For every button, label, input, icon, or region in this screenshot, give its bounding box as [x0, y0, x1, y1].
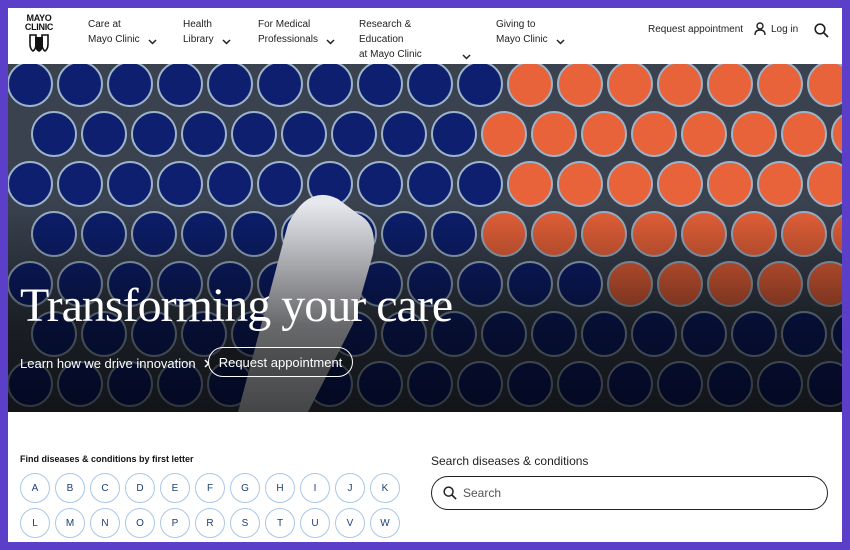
nav-label-line1: For Medical [258, 19, 311, 30]
nav-label-line2: Mayo Clinic [88, 34, 140, 45]
letter-button-m[interactable]: M [55, 508, 85, 538]
letter-button-l[interactable]: L [20, 508, 50, 538]
letter-button-e[interactable]: E [160, 473, 190, 503]
letter-button-v[interactable]: V [335, 508, 365, 538]
letter-button-w[interactable]: W [370, 508, 400, 538]
search-icon [814, 23, 829, 38]
nav-label-line2: Mayo Clinic [496, 34, 548, 45]
chevron-down-icon [326, 39, 335, 45]
letter-button-s[interactable]: S [230, 508, 260, 538]
hero-banner: Transforming your care Learn how we driv… [8, 64, 842, 412]
search-icon [443, 486, 457, 500]
login-link[interactable]: Log in [754, 22, 798, 36]
innovation-link[interactable]: Learn how we drive innovation [20, 356, 210, 371]
chevron-down-icon [148, 39, 157, 45]
nav-label-line1: Health [183, 19, 212, 30]
letter-button-p[interactable]: P [160, 508, 190, 538]
logo-text-line2: CLINIC [24, 22, 54, 32]
site-header: MAYO CLINIC Care at Mayo Clinic Health L… [8, 8, 842, 64]
user-icon [754, 22, 766, 36]
nav-label-line2: Professionals [258, 34, 319, 45]
mayo-clinic-logo[interactable]: MAYO CLINIC [24, 14, 54, 58]
nav-label-line1: Research & Education [359, 19, 412, 45]
letter-button-c[interactable]: C [90, 473, 120, 503]
chevron-down-icon [462, 54, 471, 60]
hero-title: Transforming your care [20, 279, 453, 332]
conditions-search-input[interactable] [463, 486, 803, 500]
letter-button-f[interactable]: F [195, 473, 225, 503]
find-by-letter-heading: Find diseases & conditions by first lett… [20, 454, 194, 464]
nav-giving-to-mayo-clinic[interactable]: Giving to Mayo Clinic [496, 17, 565, 47]
login-label: Log in [771, 23, 799, 35]
search-diseases-heading: Search diseases & conditions [431, 454, 589, 468]
letter-button-i[interactable]: I [300, 473, 330, 503]
letter-button-j[interactable]: J [335, 473, 365, 503]
conditions-search-box[interactable] [431, 476, 828, 510]
request-appointment-link[interactable]: Request appointment [648, 24, 743, 35]
chevron-down-icon [556, 39, 565, 45]
letter-button-t[interactable]: T [265, 508, 295, 538]
shields-icon [29, 34, 49, 52]
letter-button-o[interactable]: O [125, 508, 155, 538]
nav-label-line2: at Mayo Clinic [359, 49, 422, 60]
nav-for-medical-professionals[interactable]: For Medical Professionals [258, 17, 335, 47]
letter-button-k[interactable]: K [370, 473, 400, 503]
letter-button-d[interactable]: D [125, 473, 155, 503]
letter-button-a[interactable]: A [20, 473, 50, 503]
letter-button-u[interactable]: U [300, 508, 330, 538]
nav-label-line1: Care at [88, 19, 121, 30]
letter-button-g[interactable]: G [230, 473, 260, 503]
hero-request-appointment-button[interactable]: Request appointment [208, 347, 353, 377]
letter-button-r[interactable]: R [195, 508, 225, 538]
header-search-button[interactable] [814, 23, 829, 43]
nav-label-line1: Giving to [496, 19, 536, 30]
innovation-link-label: Learn how we drive innovation [20, 356, 196, 371]
chevron-down-icon [222, 39, 231, 45]
letter-button-h[interactable]: H [265, 473, 295, 503]
nav-health-library[interactable]: Health Library [183, 17, 231, 47]
browser-viewport: MAYO CLINIC Care at Mayo Clinic Health L… [8, 8, 842, 542]
letter-button-n[interactable]: N [90, 508, 120, 538]
nav-research-education[interactable]: Research & Education at Mayo Clinic [359, 17, 471, 62]
nav-care-at-mayo-clinic[interactable]: Care at Mayo Clinic [88, 17, 157, 47]
letter-button-b[interactable]: B [55, 473, 85, 503]
nav-label-line2: Library [183, 34, 214, 45]
